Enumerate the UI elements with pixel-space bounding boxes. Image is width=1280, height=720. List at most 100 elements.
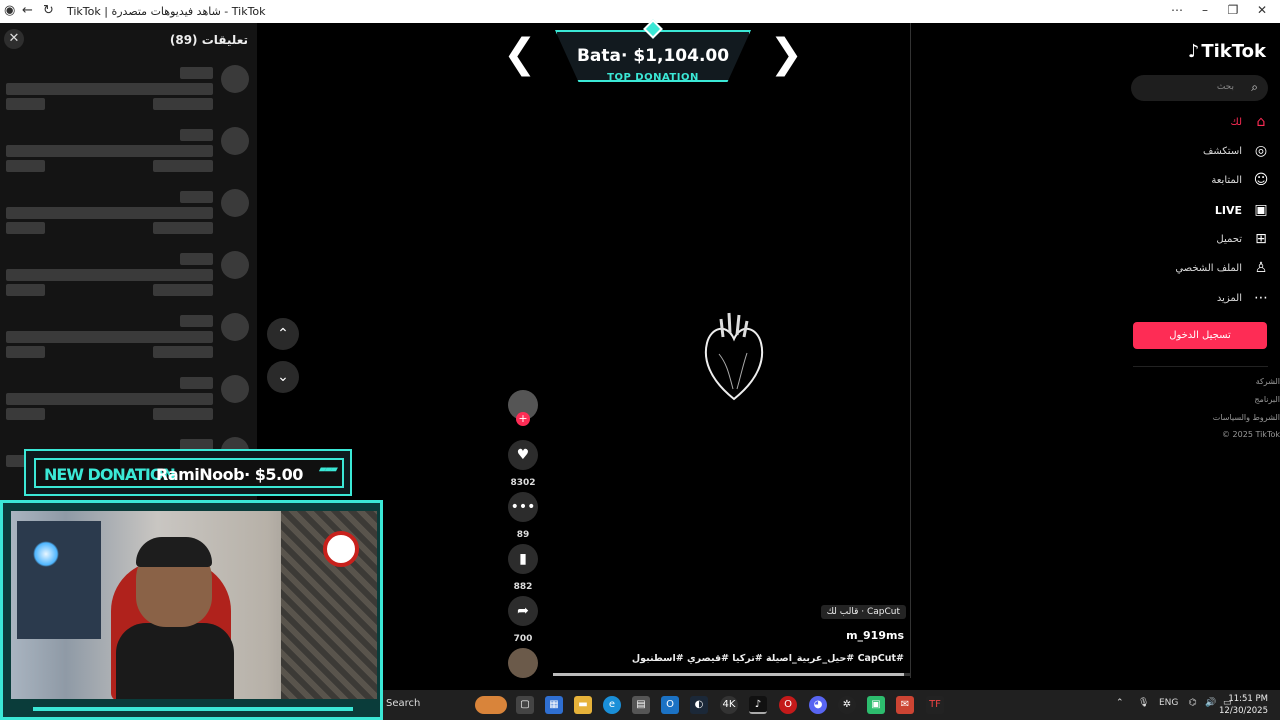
video-description[interactable]: #CapCut #حيل_عربية_اصيلة #تركيا #قيصري #… [632, 653, 904, 664]
close-comments-button[interactable]: ✕ [4, 29, 24, 49]
sidebar-item-following[interactable]: المتابعة ☺ [1211, 170, 1270, 190]
sidebar-item-label: لك [1230, 116, 1242, 128]
bookmark-icon[interactable]: ▮ [508, 544, 538, 574]
mail-app-icon[interactable]: ✉ [896, 696, 914, 714]
video-progress-bar[interactable] [553, 673, 911, 676]
footer-copyright: © 2025 TikTok [1222, 430, 1280, 439]
menu-icon[interactable]: ⋯ [1166, 3, 1188, 17]
footer-link-program[interactable]: البرنامج [1254, 395, 1280, 404]
maximize-button[interactable]: ❐ [1222, 3, 1244, 17]
reload-icon[interactable]: ↻ [43, 4, 54, 18]
outlook-icon[interactable]: O [661, 696, 679, 714]
search-icon[interactable]: ⌕ [1251, 80, 1258, 95]
top-donation-amount: Bata· $1,104.00 [576, 46, 730, 66]
sidebar-item-label: تحميل [1216, 233, 1242, 245]
heart-artwork [704, 312, 764, 401]
sidebar-item-upload[interactable]: تحميل ⊞ [1216, 229, 1270, 249]
share-count: 700 [513, 634, 533, 644]
new-donation-overlay: NEW DONATION RamiNoob· $5.00 ▰▰▰ [24, 449, 352, 496]
browser-titlebar: ◉ ← ↻ TikTok | شاهد فيديوهات متصدرة - Ti… [0, 0, 1280, 23]
sidebar-item-profile[interactable]: الملف الشخصي ♙ [1175, 258, 1270, 278]
comment-count: 89 [516, 530, 530, 540]
compass-icon: ◎ [1254, 143, 1268, 159]
footer-link-company[interactable]: الشركة [1256, 377, 1280, 386]
home-icon: ⌂ [1256, 114, 1266, 130]
taskbar: Search ▢ ▦ ▬ e ▤ O ◐ 4K ♪ O ◕ ✲ ▣ ✉ TF ⌃… [383, 690, 1280, 720]
back-icon[interactable]: ← [22, 4, 33, 18]
sidebar-item-for-you[interactable]: لك ⌂ [1231, 112, 1270, 132]
clock[interactable]: 11:51 PM 12/30/2025 [1219, 693, 1268, 717]
close-window-button[interactable]: ✕ [1251, 3, 1273, 17]
following-icon: ☺ [1253, 172, 1269, 188]
search-input[interactable]: بحث ⌕ [1131, 75, 1268, 101]
app-icon: ◉ [4, 3, 16, 18]
sidebar-item-label: المتابعة [1211, 174, 1242, 186]
clock-date: 12/30/2025 [1219, 706, 1268, 716]
video-player[interactable]: CapCut · قالب لك m_919ms #CapCut #حيل_عر… [553, 23, 911, 678]
minimize-button[interactable]: – [1194, 3, 1216, 17]
comment-action[interactable]: ••• 89 [507, 492, 539, 540]
4k-icon[interactable]: 4K [720, 696, 738, 714]
stripes-decoration: ▰▰▰ [318, 464, 338, 475]
tf-app-icon[interactable]: TF [926, 696, 944, 714]
share-action[interactable]: ➦ 700 [507, 596, 539, 644]
sidebar-item-live[interactable]: LIVE ▣ [1215, 200, 1270, 220]
top-donation-overlay: ❮ ❯ Bata· $1,104.00 TOP DONATION [503, 19, 803, 87]
sidebar-item-explore[interactable]: استكشف ◎ [1203, 141, 1270, 161]
music-disc[interactable] [507, 648, 539, 678]
comment-icon[interactable]: ••• [508, 492, 538, 522]
file-explorer-icon[interactable]: ▬ [574, 696, 592, 714]
volume-icon[interactable]: 🔊 [1205, 698, 1216, 708]
tiktok-note-icon: ♪ [1187, 41, 1200, 62]
discord-icon[interactable]: ◕ [809, 696, 827, 714]
sidebar-item-label: الملف الشخصي [1175, 262, 1242, 274]
sidebar-item-label: LIVE [1214, 203, 1242, 217]
task-view-icon[interactable]: ▢ [516, 696, 534, 714]
upload-icon: ⊞ [1255, 231, 1267, 247]
video-author[interactable]: m_919ms [846, 629, 904, 642]
tiktok-taskbar-icon[interactable]: ♪ [749, 696, 767, 714]
tiktok-logo[interactable]: ♪ TikTok [1188, 41, 1266, 62]
follow-plus-icon[interactable]: + [516, 412, 530, 426]
chatgpt-icon[interactable]: ✲ [838, 696, 856, 714]
like-action[interactable]: ♥ 8302 [507, 440, 539, 488]
next-video-button[interactable]: ⌄ [267, 361, 299, 393]
save-count: 882 [513, 582, 533, 592]
capcut-template-tag[interactable]: CapCut · قالب لك [820, 605, 906, 619]
sidebar-item-more[interactable]: المزيد ⋯ [1217, 288, 1270, 308]
profile-icon: ♙ [1254, 260, 1268, 276]
green-app-icon[interactable]: ▣ [867, 696, 885, 714]
steam-icon[interactable]: ◐ [690, 696, 708, 714]
opera-icon[interactable]: O [779, 696, 797, 714]
edge-icon[interactable]: e [603, 696, 621, 714]
creator-avatar[interactable]: + [507, 390, 539, 426]
video-progress-fill [553, 673, 904, 676]
no-smoking-icon [323, 531, 359, 567]
webcam-feed [0, 500, 383, 720]
top-donation-label: TOP DONATION [607, 72, 699, 83]
clock-time: 11:51 PM [1228, 694, 1268, 704]
comments-title: تعليقات (89) [169, 33, 248, 47]
widgets-icon[interactable]: ▦ [545, 696, 563, 714]
share-icon[interactable]: ➦ [508, 596, 538, 626]
heart-icon[interactable]: ♥ [508, 440, 538, 470]
window-title: TikTok | شاهد فيديوهات متصدرة - TikTok [67, 5, 266, 18]
store-icon[interactable]: ▤ [632, 696, 650, 714]
taskbar-search[interactable]: Search [386, 698, 420, 709]
previous-video-button[interactable]: ⌃ [267, 318, 299, 350]
like-count: 8302 [510, 478, 536, 488]
search-placeholder: بحث [1216, 82, 1234, 92]
sidebar-item-label: المزيد [1216, 292, 1242, 304]
divider [1133, 366, 1268, 367]
footer-link-terms[interactable]: الشروط والسياسات [1213, 413, 1280, 422]
login-button[interactable]: تسجيل الدخول [1133, 322, 1267, 349]
more-icon: ⋯ [1254, 290, 1268, 306]
sidebar: ♪ TikTok بحث ⌕ لك ⌂ استكشف ◎ المتابعة ☺ L… [1125, 23, 1280, 690]
network-icon[interactable]: ⌬ [1189, 698, 1197, 708]
search-highlight-icon[interactable] [475, 696, 507, 714]
save-action[interactable]: ▮ 882 [507, 544, 539, 592]
microphone-icon[interactable]: 🎙 [1138, 698, 1149, 708]
tray-chevron-icon[interactable]: ⌃ [1116, 698, 1124, 708]
language-indicator[interactable]: ENG [1159, 698, 1178, 708]
sidebar-item-label: استكشف [1203, 145, 1242, 157]
